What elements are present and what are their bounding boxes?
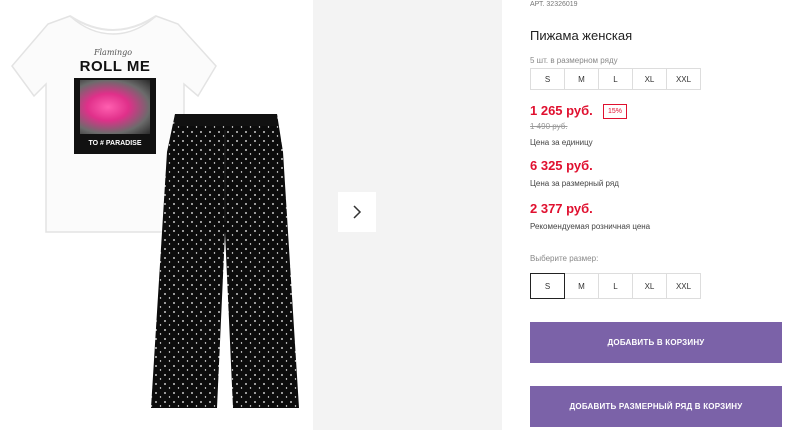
product-image-main[interactable]: Flamingo ROLL ME TO # PARADISE [0,0,305,430]
pants-image [151,114,299,408]
tee-footer: TO # PARADISE [88,140,142,147]
product-page: Flamingo ROLL ME TO # PARADISE АРТ. 3232… [0,0,800,430]
flamingo-graphic [80,80,150,134]
pack-size-m: M [564,68,599,90]
size-option-xl[interactable]: XL [632,273,667,299]
old-price: 1 490 руб. [530,122,568,131]
retail-price-caption: Рекомендуемая розничная цена [530,222,651,231]
pack-size-list: S M L XL XXL [530,68,701,90]
tee-script-text: Flamingo [93,48,133,57]
unit-price-caption: Цена за единицу [530,138,593,147]
retail-price: 2 377 руб. [530,201,593,216]
tee-print: TO # PARADISE [74,78,156,154]
size-option-m[interactable]: M [564,273,599,299]
chevron-right-icon [353,205,362,219]
pack-size-s: S [530,68,565,90]
size-option-l[interactable]: L [598,273,633,299]
pack-price: 6 325 руб. [530,158,593,173]
add-pack-to-cart-button[interactable]: ДОБАВИТЬ РАЗМЕРНЫЙ РЯД В КОРЗИНУ [530,386,782,427]
size-selector: S M L XL XXL [530,273,701,299]
pack-note: 5 шт. в размерном ряду [530,56,618,65]
pack-price-caption: Цена за размерный ряд [530,179,619,188]
unit-price: 1 265 руб. [530,103,593,118]
product-title: Пижама женская [530,28,633,43]
pack-size-xl: XL [632,68,667,90]
next-image-button[interactable] [338,192,376,232]
add-to-cart-button[interactable]: ДОБАВИТЬ В КОРЗИНУ [530,322,782,363]
pack-size-l: L [598,68,633,90]
article-number: АРТ. 32326019 [530,1,578,8]
size-select-label: Выберите размер: [530,254,599,263]
size-option-xxl[interactable]: XXL [666,273,701,299]
discount-badge: 15% [603,104,628,119]
pack-size-xxl: XXL [666,68,701,90]
size-option-s[interactable]: S [530,273,565,299]
tee-headline: ROLL ME [79,58,151,75]
